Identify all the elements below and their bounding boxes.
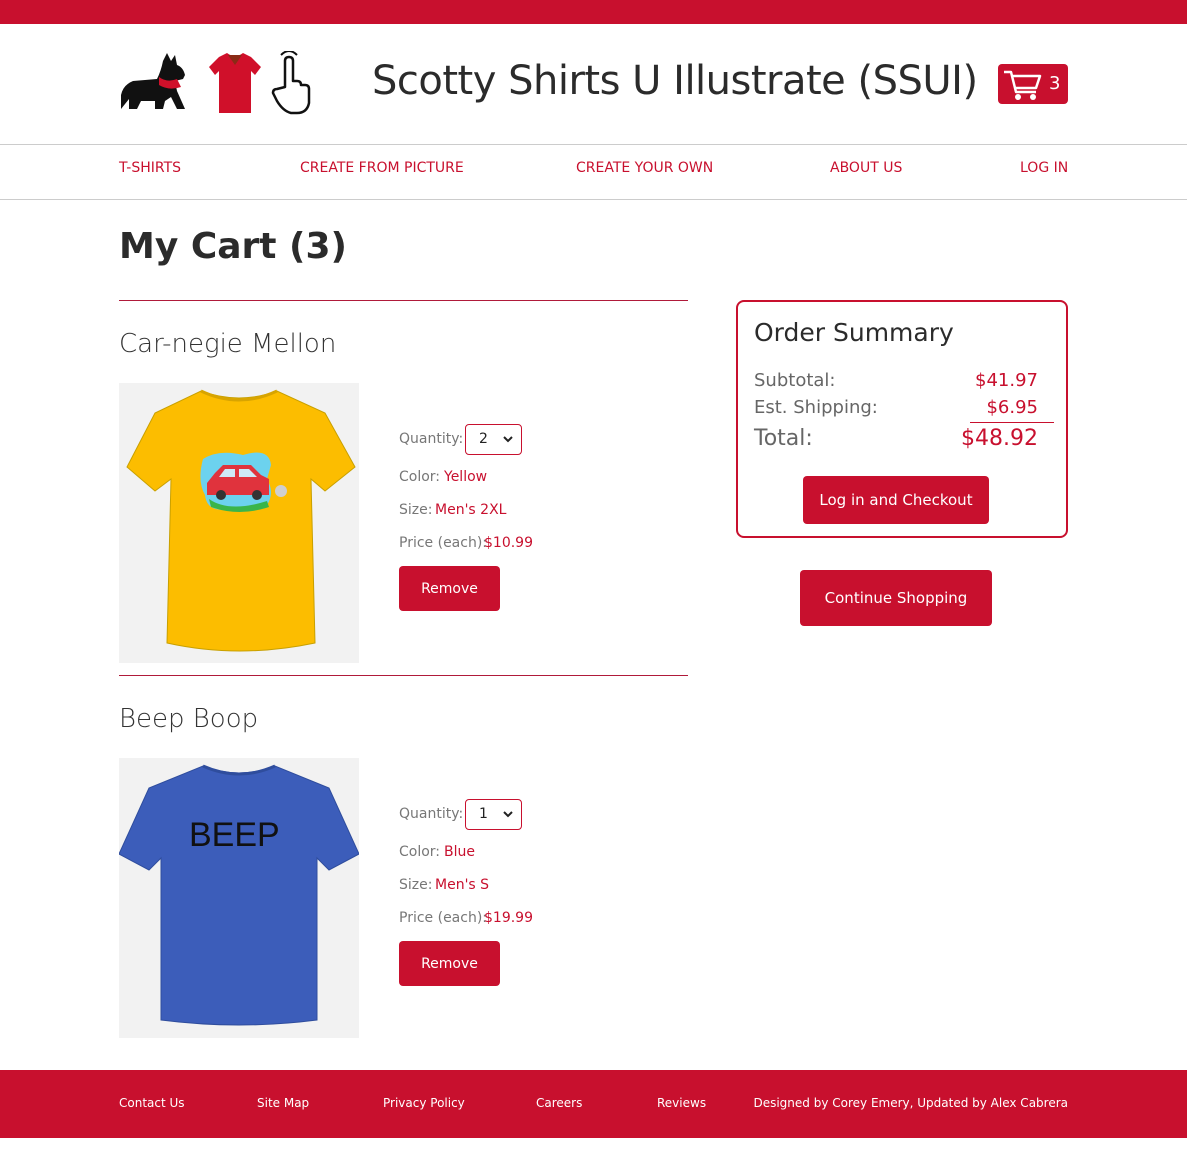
quantity-label: Quantity: bbox=[399, 806, 464, 822]
price-label: Price (each): bbox=[399, 535, 488, 551]
color-label: Color: bbox=[399, 844, 441, 860]
item-image-yellow-shirt[interactable] bbox=[119, 383, 359, 663]
remove-button[interactable]: Remove bbox=[399, 941, 500, 986]
footer-credit: Designed by Corey Emery, Updated by Alex… bbox=[753, 1096, 1068, 1110]
site-title: Scotty Shirts U Illustrate (SSUI) bbox=[372, 58, 978, 104]
item-image-blue-shirt[interactable]: BEEP bbox=[119, 758, 359, 1038]
chevron-down-icon bbox=[503, 811, 513, 818]
nav-about-us[interactable]: ABOUT US bbox=[830, 160, 902, 176]
size-value: Men's S bbox=[435, 877, 490, 893]
quantity-label: Quantity: bbox=[399, 431, 464, 447]
site-header: Scotty Shirts U Illustrate (SSUI) 3 bbox=[0, 24, 1187, 144]
cart-button[interactable]: 3 bbox=[998, 64, 1068, 104]
shopping-cart-icon bbox=[1004, 70, 1042, 100]
price-label: Price (each): bbox=[399, 910, 488, 926]
chevron-down-icon bbox=[503, 436, 513, 443]
total-label: Total: bbox=[754, 426, 813, 451]
size-label: Size: bbox=[399, 502, 433, 518]
footer-link-site-map[interactable]: Site Map bbox=[257, 1096, 309, 1110]
nav-tshirts[interactable]: T-SHIRTS bbox=[119, 160, 181, 176]
blue-tshirt-image bbox=[119, 764, 359, 1026]
shipping-value: $6.95 bbox=[986, 397, 1038, 418]
color-label: Color: bbox=[399, 469, 441, 485]
pointer-hand-icon bbox=[271, 50, 311, 115]
quantity-value: 1 bbox=[479, 806, 488, 822]
size-label: Size: bbox=[399, 877, 433, 893]
site-footer: Contact Us Site Map Privacy Policy Caree… bbox=[0, 1070, 1187, 1138]
continue-shopping-button[interactable]: Continue Shopping bbox=[800, 570, 992, 626]
price-value: $19.99 bbox=[484, 910, 533, 926]
cart-count: 3 bbox=[1049, 73, 1061, 94]
nav-log-in[interactable]: LOG IN bbox=[1020, 160, 1068, 176]
checkout-button[interactable]: Log in and Checkout bbox=[803, 476, 989, 524]
subtotal-label: Subtotal: bbox=[754, 370, 836, 391]
size-value: Men's 2XL bbox=[435, 502, 507, 518]
item-divider bbox=[119, 300, 688, 301]
quantity-select[interactable]: 1 bbox=[465, 799, 522, 830]
quantity-select[interactable]: 2 bbox=[465, 424, 522, 455]
logo-graphic bbox=[121, 50, 311, 115]
yellow-tshirt-image bbox=[126, 389, 356, 652]
total-value: $48.92 bbox=[961, 426, 1038, 451]
price-value: $10.99 bbox=[484, 535, 533, 551]
main-nav: T-SHIRTS CREATE FROM PICTURE CREATE YOUR… bbox=[0, 144, 1187, 200]
footer-link-privacy[interactable]: Privacy Policy bbox=[383, 1096, 465, 1110]
order-summary-title: Order Summary bbox=[754, 318, 954, 347]
page-title: My Cart (3) bbox=[119, 226, 347, 267]
site-logo[interactable] bbox=[119, 50, 314, 117]
subtotal-value: $41.97 bbox=[975, 370, 1038, 391]
nav-create-your-own[interactable]: CREATE YOUR OWN bbox=[576, 160, 713, 176]
summary-divider bbox=[970, 422, 1054, 423]
shirt-design-text: BEEP bbox=[189, 816, 280, 854]
nav-create-from-picture[interactable]: CREATE FROM PICTURE bbox=[300, 160, 464, 176]
top-accent-bar bbox=[0, 0, 1187, 24]
order-summary-card: Order Summary Subtotal: $41.97 Est. Ship… bbox=[736, 300, 1068, 538]
quantity-value: 2 bbox=[479, 431, 488, 447]
scottie-dog-icon bbox=[121, 53, 185, 109]
footer-link-reviews[interactable]: Reviews bbox=[657, 1096, 706, 1110]
footer-link-contact[interactable]: Contact Us bbox=[119, 1096, 185, 1110]
red-shirt-icon bbox=[209, 53, 261, 113]
item-name: Car-negie Mellon bbox=[119, 329, 337, 359]
color-value: Yellow bbox=[444, 469, 488, 485]
shipping-label: Est. Shipping: bbox=[754, 397, 878, 418]
footer-link-careers[interactable]: Careers bbox=[536, 1096, 582, 1110]
item-divider bbox=[119, 675, 688, 676]
item-name: Beep Boop bbox=[119, 704, 259, 734]
color-value: Blue bbox=[444, 844, 475, 860]
remove-button[interactable]: Remove bbox=[399, 566, 500, 611]
